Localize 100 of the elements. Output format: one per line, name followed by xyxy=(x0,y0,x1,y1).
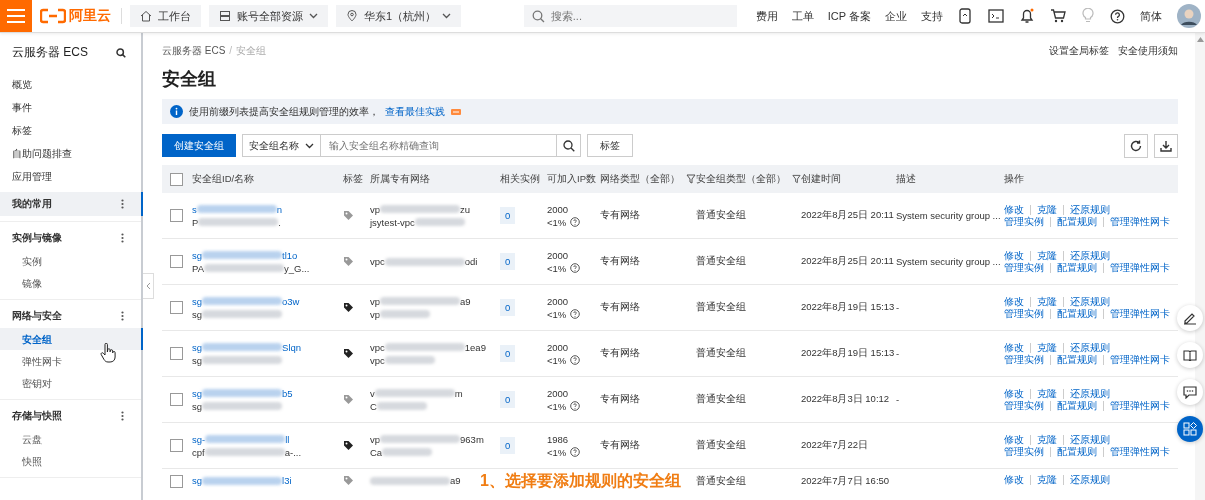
action-link[interactable]: 克隆 xyxy=(1030,296,1063,307)
language-link[interactable]: 简体 xyxy=(1140,8,1162,24)
sidebar-item[interactable]: 事件 xyxy=(0,96,141,119)
collapse-handle[interactable] xyxy=(143,273,154,299)
sidebar-item[interactable]: 应用管理 xyxy=(0,165,141,188)
action-link[interactable]: 配置规则 xyxy=(1050,400,1103,411)
checkbox[interactable] xyxy=(170,172,183,186)
top-nav-link[interactable]: 费用 xyxy=(755,8,778,24)
filter-dropdown[interactable]: 安全组名称 xyxy=(242,134,321,157)
top-nav-link[interactable]: 企业 xyxy=(885,8,907,24)
id-link-end[interactable]: ll xyxy=(285,433,290,445)
sidebar-item[interactable]: 密钥对 xyxy=(0,372,141,394)
checkbox[interactable] xyxy=(170,347,183,360)
action-link[interactable]: 管理实例 xyxy=(1004,308,1050,319)
action-link[interactable]: 管理弹性网卡 xyxy=(1103,354,1176,365)
nav-button[interactable]: 华东1（杭州） xyxy=(336,5,462,27)
action-link[interactable]: 配置规则 xyxy=(1050,308,1103,319)
action-link[interactable]: 还原规则 xyxy=(1063,296,1116,307)
sidebar-item[interactable]: 标签 xyxy=(0,119,141,142)
action-link[interactable]: 修改 xyxy=(1004,342,1030,353)
sidebar-item[interactable]: 安全组 xyxy=(0,328,143,350)
header-link[interactable]: 设置全局标签 xyxy=(1049,44,1109,58)
more-icon[interactable] xyxy=(121,411,124,421)
action-link[interactable]: 管理弹性网卡 xyxy=(1103,262,1176,273)
id-link-start[interactable]: s xyxy=(192,203,197,215)
action-link[interactable]: 还原规则 xyxy=(1063,475,1116,485)
checkbox[interactable] xyxy=(170,393,183,406)
scrollbar[interactable] xyxy=(1195,33,1205,500)
phone-icon[interactable] xyxy=(958,8,972,24)
search-icon[interactable] xyxy=(116,47,126,58)
action-link[interactable]: 克隆 xyxy=(1030,388,1063,399)
terminal-icon[interactable] xyxy=(988,9,1004,23)
more-icon[interactable] xyxy=(121,233,124,243)
help-icon[interactable] xyxy=(570,217,581,227)
create-button[interactable]: 创建安全组 xyxy=(162,134,236,157)
id-link-end[interactable]: n xyxy=(276,203,283,215)
action-link[interactable]: 修改 xyxy=(1004,296,1030,307)
id-link-start[interactable]: sg xyxy=(192,341,203,353)
id-link-start[interactable]: sg xyxy=(192,475,203,486)
sidebar-group-header[interactable]: 存储与快照 xyxy=(0,404,141,428)
sidebar-item[interactable]: 实例 xyxy=(0,250,141,272)
action-link[interactable]: 还原规则 xyxy=(1063,434,1116,445)
instance-count[interactable]: 0 xyxy=(500,437,516,454)
action-link[interactable]: 还原规则 xyxy=(1063,342,1116,353)
top-nav-link[interactable]: ICP 备案 xyxy=(827,8,871,24)
action-link[interactable]: 修改 xyxy=(1004,434,1030,445)
action-link[interactable]: 管理实例 xyxy=(1004,400,1050,411)
top-nav-link[interactable]: 支持 xyxy=(921,8,943,24)
id-link-end[interactable]: o3w xyxy=(282,295,300,307)
sidebar-item[interactable]: 镜像 xyxy=(0,272,141,294)
action-link[interactable]: 修改 xyxy=(1004,475,1030,485)
action-link[interactable]: 管理实例 xyxy=(1004,262,1050,273)
help-icon[interactable] xyxy=(1110,8,1125,24)
help-icon[interactable] xyxy=(570,355,581,365)
action-link[interactable]: 管理实例 xyxy=(1004,446,1050,457)
action-link[interactable]: 配置规则 xyxy=(1050,446,1103,457)
sidebar-item[interactable]: 快照 xyxy=(0,450,141,472)
id-link-end[interactable]: l3i xyxy=(282,475,292,486)
checkbox[interactable] xyxy=(170,255,183,268)
docs-button[interactable] xyxy=(1177,342,1203,368)
id-link-end[interactable]: b5 xyxy=(282,387,293,399)
id-link-start[interactable]: sg xyxy=(192,387,203,399)
more-icon[interactable] xyxy=(121,311,124,321)
nav-button[interactable]: 工作台 xyxy=(130,5,201,27)
action-link[interactable]: 还原规则 xyxy=(1063,204,1116,215)
instance-count[interactable]: 0 xyxy=(500,391,516,408)
avatar[interactable] xyxy=(1177,4,1201,28)
id-link-start[interactable]: sg- xyxy=(192,433,206,445)
instance-count[interactable]: 0 xyxy=(500,253,516,270)
action-link[interactable]: 管理弹性网卡 xyxy=(1103,216,1176,227)
nav-button[interactable]: 账号全部资源 xyxy=(209,5,328,27)
action-link[interactable]: 管理弹性网卡 xyxy=(1103,446,1176,457)
tag-icon[interactable] xyxy=(343,302,354,313)
id-link-start[interactable]: sg xyxy=(192,295,203,307)
action-link[interactable]: 克隆 xyxy=(1030,475,1063,485)
help-icon[interactable] xyxy=(570,401,581,411)
tag-icon[interactable] xyxy=(343,348,354,359)
instance-count[interactable]: 0 xyxy=(500,207,516,224)
tag-button[interactable]: 标签 xyxy=(587,134,633,157)
action-link[interactable]: 配置规则 xyxy=(1050,354,1103,365)
action-link[interactable]: 克隆 xyxy=(1030,342,1063,353)
action-link[interactable]: 克隆 xyxy=(1030,434,1063,445)
sidebar-item[interactable]: 概览 xyxy=(0,73,141,96)
filter-icon[interactable] xyxy=(686,174,696,184)
chat-button[interactable] xyxy=(1177,379,1203,405)
instance-count[interactable]: 0 xyxy=(500,299,516,316)
action-link[interactable]: 修改 xyxy=(1004,250,1030,261)
action-link[interactable]: 管理实例 xyxy=(1004,354,1050,365)
id-link-end[interactable]: Slqn xyxy=(282,341,302,353)
checkbox[interactable] xyxy=(170,209,183,222)
checkbox[interactable] xyxy=(170,475,183,488)
apps-button[interactable] xyxy=(1177,416,1203,442)
checkbox[interactable] xyxy=(170,301,183,314)
id-link-start[interactable]: sg xyxy=(192,249,203,261)
sidebar-item[interactable]: 自助问题排查 xyxy=(0,142,141,165)
action-link[interactable]: 配置规则 xyxy=(1050,216,1103,227)
action-link[interactable]: 管理弹性网卡 xyxy=(1103,308,1176,319)
sidebar-item[interactable]: 云盘 xyxy=(0,428,141,450)
breadcrumb-link[interactable]: 云服务器 ECS xyxy=(162,45,226,56)
sidebar-group-header[interactable]: 实例与镜像 xyxy=(0,226,141,250)
